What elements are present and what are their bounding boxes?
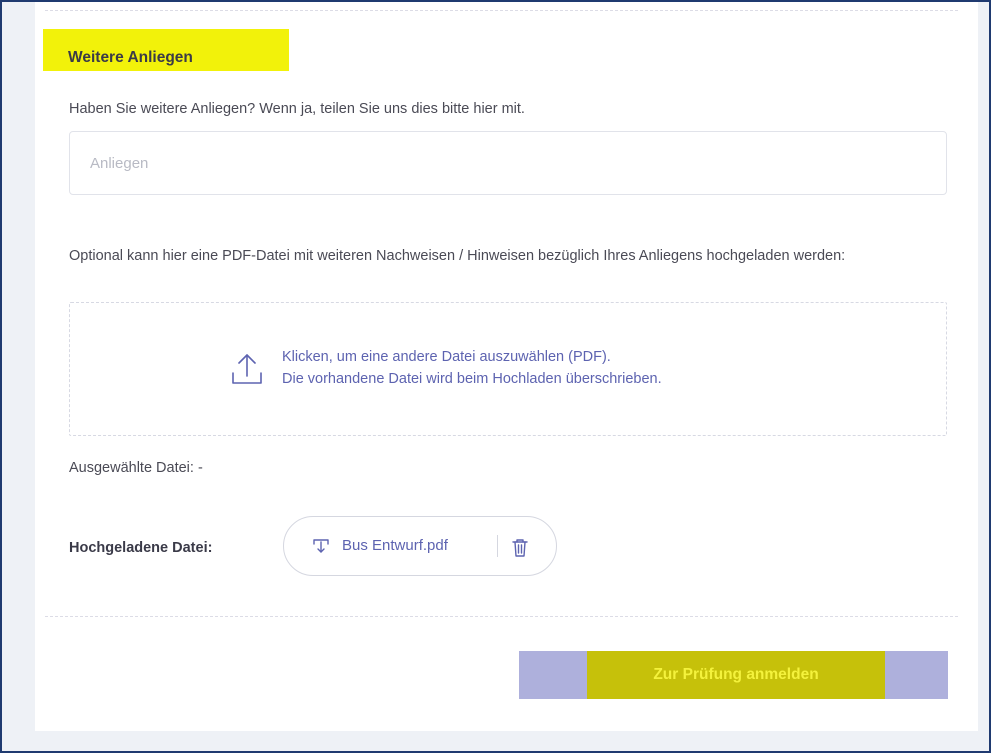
submit-button-label: Zur Prüfung anmelden	[587, 651, 885, 699]
trash-icon[interactable]	[511, 538, 529, 558]
submit-button[interactable]: Zur Prüfung anmelden	[519, 651, 948, 699]
uploaded-file-name: Bus Entwurf.pdf	[342, 537, 448, 554]
bottom-divider	[45, 616, 958, 617]
window-frame: Weitere Anliegen Haben Sie weitere Anlie…	[0, 0, 991, 753]
pill-divider	[497, 535, 498, 557]
selected-file-text: Ausgewählte Datei: -	[69, 460, 203, 476]
upload-instructions: Optional kann hier eine PDF-Datei mit we…	[69, 248, 846, 264]
question-text: Haben Sie weitere Anliegen? Wenn ja, tei…	[69, 101, 525, 117]
section-title: Weitere Anliegen	[43, 29, 289, 71]
form-card: Weitere Anliegen Haben Sie weitere Anlie…	[35, 2, 978, 731]
anliegen-input[interactable]	[69, 131, 947, 195]
top-divider	[45, 10, 958, 11]
file-dropzone[interactable]: Klicken, um eine andere Datei auszuwähle…	[69, 302, 947, 436]
uploaded-file-label: Hochgeladene Datei:	[69, 540, 213, 556]
uploaded-file-link[interactable]: Bus Entwurf.pdf	[312, 537, 448, 554]
dropzone-secondary-text: Die vorhandene Datei wird beim Hochladen…	[282, 371, 662, 387]
dropzone-primary-text: Klicken, um eine andere Datei auszuwähle…	[282, 349, 611, 365]
upload-icon	[232, 354, 262, 384]
download-icon	[313, 538, 329, 553]
uploaded-file-pill: Bus Entwurf.pdf	[283, 516, 557, 576]
